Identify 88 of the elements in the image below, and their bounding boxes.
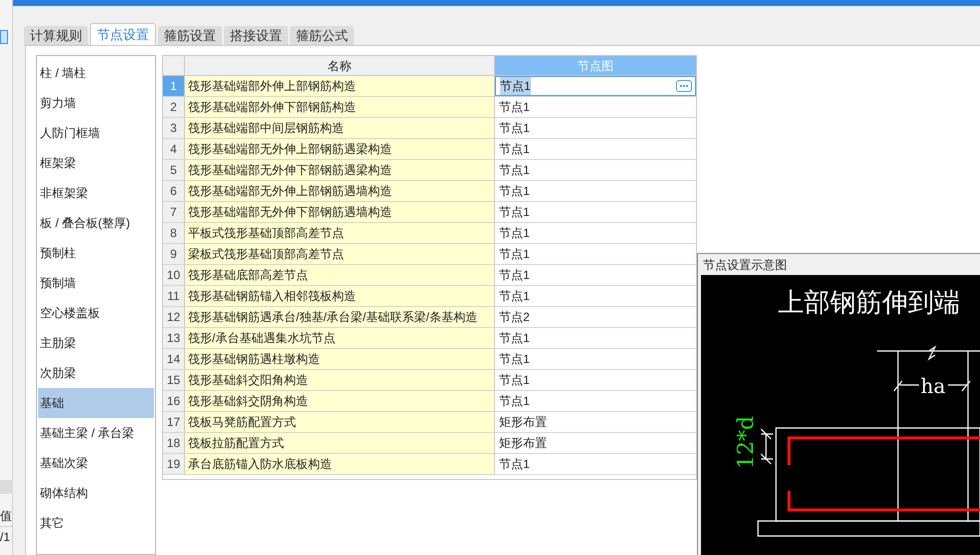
table-cell: 筏形基础端部外伸上部钢筋构造 xyxy=(185,76,495,96)
table-cell-text: 矩形布置 xyxy=(499,435,547,452)
table-cell-text: 节点1 xyxy=(499,351,530,368)
table-cell-text: 节点1 xyxy=(499,393,530,410)
diagram-heading: 上部钢筋伸到端 xyxy=(778,288,960,318)
panel-title: 节点设置示意图 xyxy=(702,257,788,274)
tab[interactable]: 搭接设置 xyxy=(224,26,288,46)
row-number: 4 xyxy=(163,139,185,159)
sidebar-item[interactable]: 主肋梁 xyxy=(38,328,154,358)
table-cell: 筏形基础端部中间层钢筋构造 xyxy=(185,118,495,138)
sidebar-item[interactable]: 人防门框墙 xyxy=(38,118,154,148)
table-cell: 筏板马凳筋配置方式 xyxy=(185,412,495,432)
row-number: 18 xyxy=(163,433,185,453)
sidebar-item[interactable]: 空心楼盖板 xyxy=(38,298,154,328)
table-cell-text: 节点1 xyxy=(499,330,530,347)
table-cell: 筏形基础底部高差节点 xyxy=(185,265,495,285)
table-cell-text: 节点2 xyxy=(499,309,530,326)
column-header: 值 xyxy=(0,506,13,527)
table-cell: 筏形/承台基础遇集水坑节点 xyxy=(185,328,495,348)
row-number: 13 xyxy=(163,328,185,348)
sidebar-item[interactable]: 柱 / 墙柱 xyxy=(38,58,154,88)
table-cell-text: 节点1 xyxy=(499,456,530,473)
sidebar-item[interactable]: 基础次梁 xyxy=(38,448,154,478)
table-cell-text: 节点1 xyxy=(499,246,530,263)
row-number: 19 xyxy=(163,454,185,474)
sidebar-item[interactable]: 剪力墙 xyxy=(38,88,154,118)
table-cell: 筏形基础钢筋遇柱墩构造 xyxy=(185,349,495,369)
table-cell: 筏形基础端部无外伸下部钢筋遇梁构造 xyxy=(185,160,495,180)
table-cell: 筏形基础端部无外伸上部钢筋遇梁构造 xyxy=(185,139,495,159)
row-number: 10 xyxy=(163,265,185,285)
sidebar-item[interactable]: 次肋梁 xyxy=(38,358,154,388)
tab[interactable]: 箍筋公式 xyxy=(290,26,354,46)
table-cell-text: 节点1 xyxy=(499,267,530,284)
row-number: 12 xyxy=(163,307,185,327)
row-number: 7 xyxy=(163,202,185,222)
table-cell-text: 节点1 xyxy=(499,288,530,305)
tab[interactable]: 计算规则 xyxy=(24,26,88,46)
table-cell: 平板式筏形基础顶部高差节点 xyxy=(185,223,495,243)
sidebar-item[interactable]: 砌体结构 xyxy=(38,478,154,508)
table-cell: 筏形基础端部无外伸上部钢筋遇墙构造 xyxy=(185,181,495,201)
row-number: 1 xyxy=(163,76,185,96)
sidebar-item[interactable]: 非框架梁 xyxy=(38,178,154,208)
table-cell-text: 节点1 xyxy=(499,204,530,221)
sidebar-item[interactable]: 板 / 叠合板(整厚) xyxy=(38,208,154,238)
sidebar-item[interactable]: 预制墙 xyxy=(38,268,154,298)
table-cell-text: 节点1 xyxy=(499,162,530,179)
table-cell: 筏形基础钢筋遇承台/独基/承台梁/基础联系梁/条基构造 xyxy=(185,307,495,327)
more-button[interactable] xyxy=(676,80,692,92)
sidebar-item[interactable]: 框架梁 xyxy=(38,148,154,178)
input-field[interactable]: 节点1 xyxy=(495,76,696,96)
row-number: 11 xyxy=(163,286,185,306)
table-cell-text: 节点1 xyxy=(499,183,530,200)
table-cell: 筏形基础钢筋锚入相邻筏板构造 xyxy=(185,286,495,306)
table-cell-text: 节点1 xyxy=(499,120,530,137)
table-cell: 筏形基础斜交阴角构造 xyxy=(185,391,495,411)
row-number: 16 xyxy=(163,391,185,411)
row-number: 9 xyxy=(163,244,185,264)
sidebar-item[interactable]: 其它 xyxy=(38,508,154,538)
table-cell-text: /1 xyxy=(0,529,12,546)
tab[interactable]: 节点设置 xyxy=(90,23,156,47)
row-number: 8 xyxy=(163,223,185,243)
table-cell: 筏形基础端部无外伸下部钢筋遇墙构造 xyxy=(185,202,495,222)
sidebar-item[interactable]: 基础主梁 / 承台梁 xyxy=(38,418,154,448)
column-header: 节点图 xyxy=(495,56,696,75)
table-cell-text: 节点1 xyxy=(499,372,530,389)
dimension-label: ha xyxy=(920,374,946,398)
table-cell: 承台底筋锚入防水底板构造 xyxy=(185,454,495,474)
table-cell-text: 节点1 xyxy=(499,225,530,242)
sidebar-item[interactable]: 基础 xyxy=(38,388,154,418)
toolbar-icon[interactable] xyxy=(0,30,8,44)
dimension-label: 12*d xyxy=(734,416,759,469)
column-header: 名称 xyxy=(185,56,495,75)
table-cell: 梁板式筏形基础顶部高差节点 xyxy=(185,244,495,264)
tab[interactable]: 箍筋设置 xyxy=(158,26,222,46)
row-number: 17 xyxy=(163,412,185,432)
table-cell-text: 节点1 xyxy=(499,141,530,158)
table-cell-text: 节点1 xyxy=(499,99,530,116)
row-number: 15 xyxy=(163,370,185,390)
row-number: 5 xyxy=(163,160,185,180)
table-cell: 筏板拉筋配置方式 xyxy=(185,433,495,453)
row-number: 14 xyxy=(163,349,185,369)
table-cell-text: 矩形布置 xyxy=(499,414,547,431)
table-cell: 筏形基础端部外伸下部钢筋构造 xyxy=(185,97,495,117)
row-number: 2 xyxy=(163,97,185,117)
sidebar-item[interactable]: 预制柱 xyxy=(38,238,154,268)
row-number: 3 xyxy=(163,118,185,138)
row-number: 6 xyxy=(163,181,185,201)
table-cell: 筏形基础斜交阳角构造 xyxy=(185,370,495,390)
